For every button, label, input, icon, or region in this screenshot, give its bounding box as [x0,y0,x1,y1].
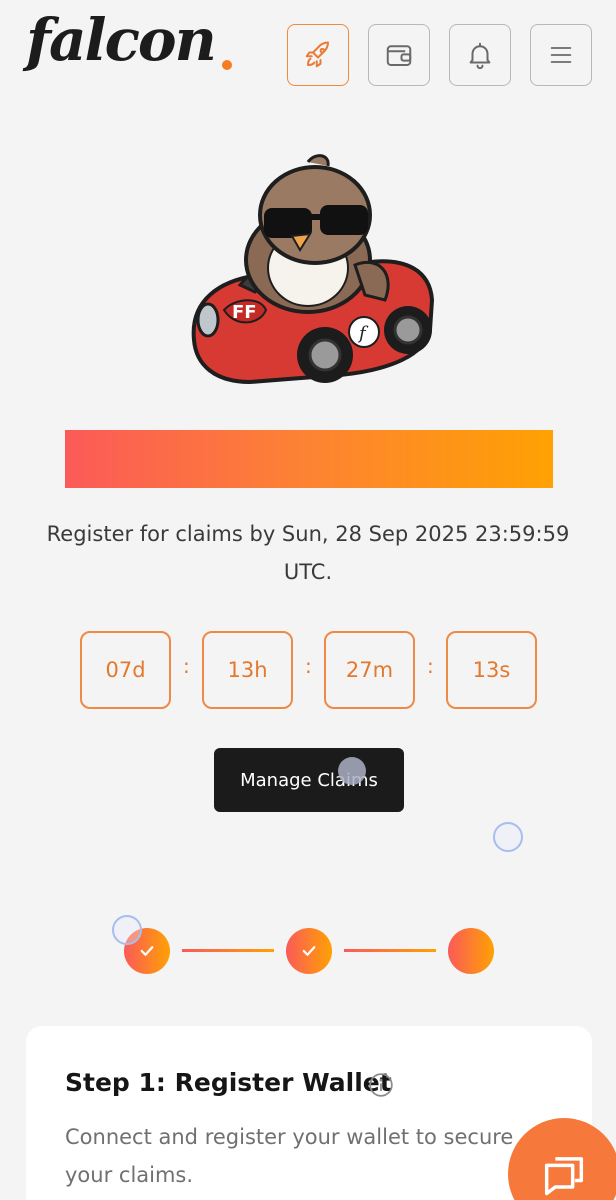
car-badge-text: FF [232,302,257,323]
bell-icon [469,42,491,70]
top-header: falcon [0,0,616,110]
menu-button[interactable] [530,24,592,86]
falcon-mascot-car-illustration: FF f [191,154,435,385]
countdown-separator: : [183,654,190,678]
touch-indicator [112,915,142,945]
countdown-days: 07d [80,631,171,709]
rocket-icon [305,41,329,68]
check-icon [140,946,154,956]
falcon-logo[interactable]: falcon [26,6,217,74]
step-3-current [448,928,494,974]
step-connector [344,949,436,952]
step-card-title: Step 1: Register Wallet [65,1068,392,1097]
gradient-banner-bar [65,430,553,488]
register-deadline-text: Register for claims by Sun, 28 Sep 2025 … [46,522,570,584]
wallet-icon [386,45,412,66]
step-connector [182,949,274,952]
countdown-separator: : [427,654,434,678]
step-card-description: Connect and register your wallet to secu… [65,1125,514,1187]
info-icon[interactable] [368,1072,394,1098]
countdown-minutes: 27m [324,631,415,709]
touch-indicator [493,822,523,852]
chat-icon [544,1157,584,1196]
menu-icon [550,47,572,63]
step-2-complete [286,928,332,974]
notifications-button[interactable] [449,24,511,86]
check-icon [302,946,316,956]
logo-dot [222,60,232,70]
countdown-hours: 13h [202,631,293,709]
wallet-button[interactable] [368,24,430,86]
rocket-button[interactable] [287,24,349,86]
manage-claims-button[interactable]: Manage Claims [214,748,404,812]
touch-indicator [338,757,366,785]
countdown-seconds: 13s [446,631,537,709]
countdown-separator: : [305,654,312,678]
